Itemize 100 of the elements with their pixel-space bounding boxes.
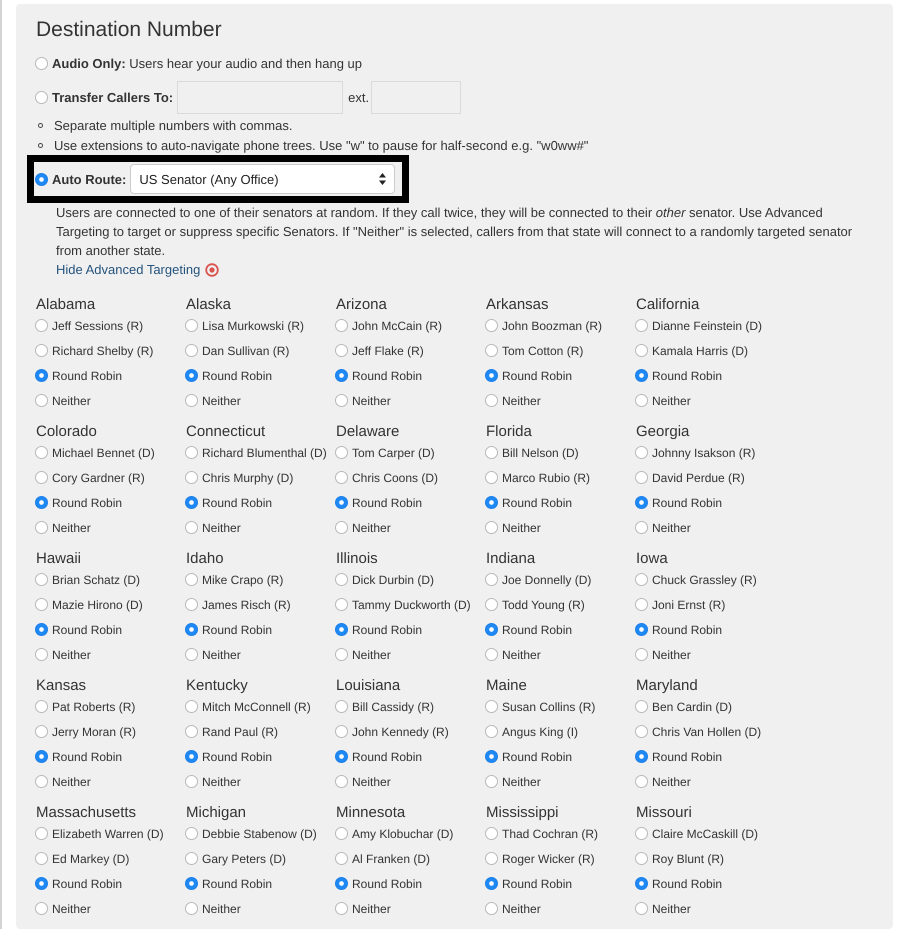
radio-button[interactable] <box>185 623 198 636</box>
radio-button[interactable] <box>35 344 48 357</box>
radio-button[interactable] <box>335 394 348 407</box>
radio-button[interactable] <box>635 750 648 763</box>
radio-button[interactable] <box>635 521 648 534</box>
radio-button[interactable] <box>335 319 348 332</box>
radio-button[interactable] <box>335 852 348 865</box>
radio-button[interactable] <box>35 852 48 865</box>
radio-button[interactable] <box>635 496 648 509</box>
radio-button[interactable] <box>635 902 648 915</box>
radio-button[interactable] <box>35 725 48 738</box>
radio-button[interactable] <box>335 344 348 357</box>
radio-button[interactable] <box>485 394 498 407</box>
radio-button[interactable] <box>485 700 498 713</box>
radio-button[interactable] <box>485 521 498 534</box>
radio-button[interactable] <box>485 877 498 890</box>
radio-button[interactable] <box>335 750 348 763</box>
radio-button[interactable] <box>185 344 198 357</box>
radio-button[interactable] <box>185 827 198 840</box>
radio-button[interactable] <box>485 852 498 865</box>
radio-button[interactable] <box>635 471 648 484</box>
radio-button[interactable] <box>35 877 48 890</box>
route-select[interactable]: US Senator (Any Office) <box>130 164 396 194</box>
radio-button[interactable] <box>185 573 198 586</box>
radio-button[interactable] <box>335 521 348 534</box>
radio-button[interactable] <box>635 394 648 407</box>
radio-button[interactable] <box>635 852 648 865</box>
radio-button[interactable] <box>635 623 648 636</box>
radio-button[interactable] <box>335 648 348 661</box>
radio-button[interactable] <box>185 471 198 484</box>
radio-button[interactable] <box>335 573 348 586</box>
radio-button[interactable] <box>485 496 498 509</box>
radio-button[interactable] <box>185 877 198 890</box>
radio-button[interactable] <box>185 775 198 788</box>
radio-button[interactable] <box>185 852 198 865</box>
radio-button[interactable] <box>35 394 48 407</box>
radio-button[interactable] <box>335 471 348 484</box>
radio-button[interactable] <box>335 496 348 509</box>
radio-button[interactable] <box>35 521 48 534</box>
radio-button[interactable] <box>485 775 498 788</box>
radio-button[interactable] <box>485 344 498 357</box>
radio-button[interactable] <box>635 775 648 788</box>
radio-button[interactable] <box>185 725 198 738</box>
radio-button[interactable] <box>35 446 48 459</box>
radio-button[interactable] <box>185 521 198 534</box>
radio-button[interactable] <box>335 446 348 459</box>
radio-button[interactable] <box>185 700 198 713</box>
radio-button[interactable] <box>485 623 498 636</box>
radio-button[interactable] <box>635 700 648 713</box>
radio-button[interactable] <box>35 700 48 713</box>
radio-button[interactable] <box>185 319 198 332</box>
radio-button[interactable] <box>335 700 348 713</box>
radio-button[interactable] <box>35 750 48 763</box>
radio-button[interactable] <box>35 471 48 484</box>
radio-button[interactable] <box>485 598 498 611</box>
hide-targeting-link[interactable]: Hide Advanced Targeting <box>56 260 220 279</box>
radio-button[interactable] <box>35 91 48 104</box>
radio-button[interactable] <box>35 172 48 186</box>
radio-button[interactable] <box>485 725 498 738</box>
radio-button[interactable] <box>635 319 648 332</box>
radio-button[interactable] <box>335 827 348 840</box>
radio-button[interactable] <box>35 319 48 332</box>
radio-button[interactable] <box>485 902 498 915</box>
radio-button[interactable] <box>635 827 648 840</box>
radio-button[interactable] <box>185 496 198 509</box>
radio-button[interactable] <box>635 725 648 738</box>
radio-button[interactable] <box>635 573 648 586</box>
radio-button[interactable] <box>485 471 498 484</box>
radio-button[interactable] <box>35 623 48 636</box>
radio-button[interactable] <box>335 902 348 915</box>
radio-button[interactable] <box>485 827 498 840</box>
radio-button[interactable] <box>35 369 48 382</box>
radio-button[interactable] <box>35 573 48 586</box>
radio-button[interactable] <box>185 648 198 661</box>
radio-button[interactable] <box>335 369 348 382</box>
radio-button[interactable] <box>185 369 198 382</box>
radio-button[interactable] <box>485 648 498 661</box>
radio-button[interactable] <box>35 827 48 840</box>
radio-button[interactable] <box>35 902 48 915</box>
radio-button[interactable] <box>35 56 48 70</box>
radio-button[interactable] <box>335 725 348 738</box>
radio-button[interactable] <box>335 775 348 788</box>
radio-button[interactable] <box>185 598 198 611</box>
radio-button[interactable] <box>635 648 648 661</box>
radio-button[interactable] <box>35 598 48 611</box>
radio-button[interactable] <box>635 344 648 357</box>
radio-button[interactable] <box>635 446 648 459</box>
radio-button[interactable] <box>635 369 648 382</box>
radio-button[interactable] <box>485 319 498 332</box>
radio-button[interactable] <box>635 877 648 890</box>
radio-button[interactable] <box>485 573 498 586</box>
radio-button[interactable] <box>335 623 348 636</box>
radio-button[interactable] <box>185 394 198 407</box>
radio-button[interactable] <box>185 446 198 459</box>
radio-button[interactable] <box>335 877 348 890</box>
radio-button[interactable] <box>335 598 348 611</box>
radio-button[interactable] <box>185 902 198 915</box>
radio-button[interactable] <box>35 496 48 509</box>
radio-button[interactable] <box>635 598 648 611</box>
radio-button[interactable] <box>185 750 198 763</box>
